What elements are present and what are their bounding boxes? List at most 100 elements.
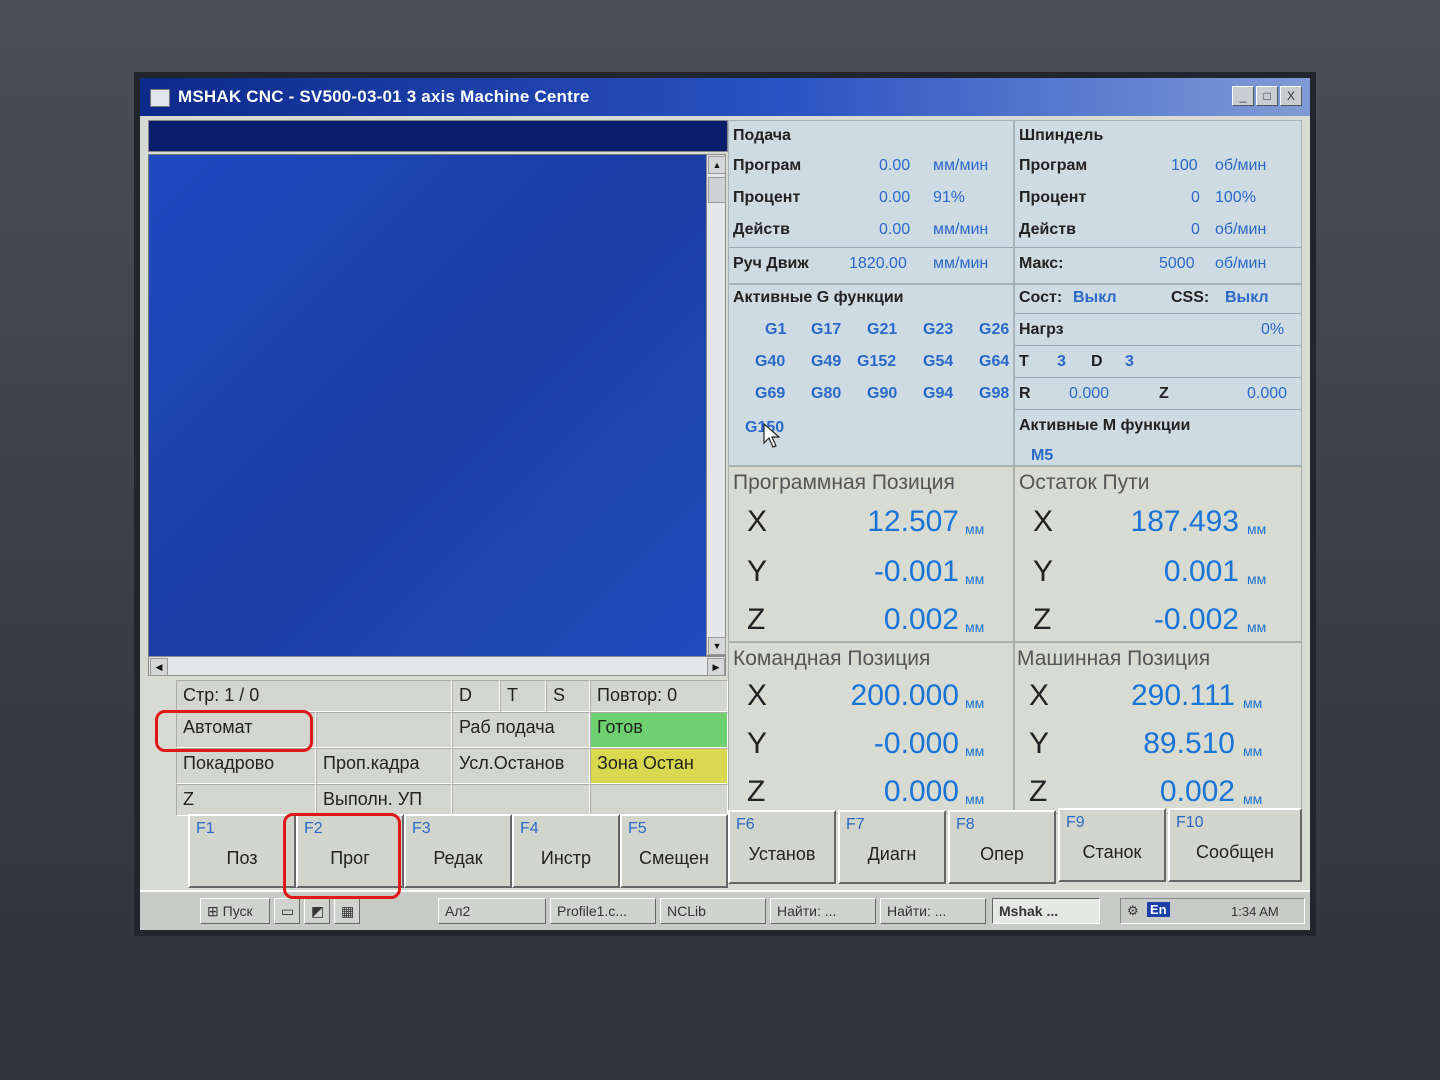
scroll-thumb[interactable] — [708, 177, 726, 203]
css-value: Выкл — [1225, 289, 1269, 306]
unit-label: мм — [965, 791, 985, 807]
g-code: G21 — [867, 321, 898, 338]
machine-z-value: 0.002 — [1159, 775, 1235, 808]
remaining-path-panel: Остаток Пути X 187.493 мм Y 0.001 мм Z -… — [1014, 466, 1302, 642]
f6-setup-button[interactable]: F6 Установ — [728, 810, 836, 884]
program-vscrollbar[interactable]: ▲ ▼ — [706, 154, 726, 656]
fkey-number: F8 — [956, 816, 975, 833]
spindle-unit: об/мин — [1215, 157, 1267, 174]
fkey-label: Поз — [226, 848, 258, 868]
f7-diag-button[interactable]: F7 Диагн — [838, 810, 946, 884]
machine-position-panel: Машинная Позиция X 290.111 мм Y 89.510 м… — [1014, 642, 1302, 814]
program-z-value: 0.002 — [883, 603, 959, 636]
f8-oper-button[interactable]: F8 Опер — [948, 810, 1056, 884]
g-code: G54 — [923, 353, 954, 370]
scroll-right-icon[interactable]: ▶ — [707, 658, 725, 676]
scroll-left-icon[interactable]: ◀ — [150, 658, 168, 676]
fkey-label: Смещен — [639, 848, 709, 868]
unit-label: мм — [1247, 571, 1267, 587]
program-hscrollbar[interactable]: ◀ ▶ — [148, 656, 726, 676]
f5-offset-button[interactable]: F5 Смещен — [620, 814, 728, 888]
program-position-title: Программная Позиция — [733, 471, 955, 494]
machine-x-value: 290.111 — [1131, 679, 1235, 712]
g-code: G152 — [857, 353, 897, 370]
cnc-screen: MSHAK CNC - SV500-03-01 3 axis Machine C… — [140, 78, 1310, 930]
network-icon[interactable]: ⚙ — [1127, 903, 1139, 919]
command-position-title: Командная Позиция — [733, 647, 931, 670]
d-label: D — [1091, 353, 1103, 370]
axis-y-label: Y — [747, 727, 768, 760]
fkey-label: Инстр — [540, 848, 592, 868]
taskbar-item[interactable]: Найти: ... — [770, 898, 876, 924]
feed-mode: Раб подача — [452, 712, 590, 748]
f9-machine-button[interactable]: F9 Станок — [1058, 808, 1166, 882]
f3-edit-button[interactable]: F3 Редак — [404, 814, 512, 888]
single-block-toggle[interactable]: Покадрово — [176, 748, 316, 784]
taskbar-item[interactable]: Ал2 — [438, 898, 546, 924]
g-code: G64 — [979, 353, 1010, 370]
spindle-label: Действ — [1019, 221, 1076, 238]
taskbar-item-active[interactable]: Mshak ... — [992, 898, 1100, 924]
g-code: G90 — [867, 385, 898, 402]
load-value: 0% — [1261, 321, 1285, 338]
feed-unit: мм/мин — [933, 221, 989, 238]
t-indicator: T — [500, 680, 546, 712]
spindle-panel: Шпиндель Програм 100 об/мин Процент 0 10… — [1014, 120, 1302, 284]
close-button[interactable]: X — [1280, 86, 1302, 106]
f1-pos-button[interactable]: F1 Поз — [188, 814, 296, 888]
skip-block-toggle[interactable]: Проп.кадра — [316, 748, 452, 784]
fkey-label: Станок — [1082, 842, 1142, 862]
feed-unit: 91% — [933, 189, 966, 206]
spindle-value: 100 — [1171, 157, 1198, 174]
remaining-x-value: 187.493 — [1130, 505, 1239, 538]
feed-title: Подача — [733, 127, 791, 144]
optional-stop-toggle[interactable]: Усл.Останов — [452, 748, 590, 784]
axis-z-label: Z — [747, 603, 766, 636]
f10-messages-button[interactable]: F10 Сообщен — [1168, 808, 1302, 882]
axis-x-label: X — [747, 505, 768, 538]
spindle-unit: об/мин — [1215, 255, 1267, 272]
axis-y-label: Y — [747, 555, 768, 588]
g-functions-title: Активные G функции — [733, 289, 904, 306]
calendar-icon[interactable]: ▦ — [334, 898, 360, 924]
g-code: G98 — [979, 385, 1010, 402]
scroll-up-icon[interactable]: ▲ — [708, 156, 726, 174]
fkey-number: F1 — [196, 820, 215, 837]
r-value: 0.000 — [1069, 385, 1110, 402]
taskbar-item[interactable]: Profile1.c... — [550, 898, 656, 924]
feed-unit: мм/мин — [933, 255, 989, 272]
machine-position-title: Машинная Позиция — [1017, 647, 1211, 670]
axis-z-label: Z — [747, 775, 766, 808]
language-indicator[interactable]: En — [1147, 902, 1170, 917]
title-bar: MSHAK CNC - SV500-03-01 3 axis Machine C… — [140, 78, 1310, 116]
feed-label: Процент — [733, 189, 801, 206]
program-line-input[interactable] — [148, 120, 728, 152]
command-x-value: 200.000 — [850, 679, 959, 712]
fkey-label: Установ — [748, 844, 816, 864]
feed-label: Действ — [733, 221, 790, 238]
fkey-number: F3 — [412, 820, 431, 837]
scroll-down-icon[interactable]: ▼ — [708, 637, 726, 655]
g-code: G26 — [979, 321, 1010, 338]
spindle-label: Процент — [1019, 189, 1087, 206]
f4-tool-button[interactable]: F4 Инстр — [512, 814, 620, 888]
program-view[interactable] — [148, 154, 708, 658]
explorer-icon[interactable]: ◩ — [304, 898, 330, 924]
fkey-label: Диагн — [867, 844, 917, 864]
minimize-button[interactable]: _ — [1232, 86, 1254, 106]
spindle-value: 0 — [1191, 189, 1200, 206]
mouse-cursor-icon — [763, 423, 781, 448]
tool-label: T — [1019, 353, 1029, 370]
maximize-button[interactable]: □ — [1256, 86, 1278, 106]
taskbar-item[interactable]: NCLib — [660, 898, 766, 924]
unit-label: мм — [1243, 743, 1263, 759]
state-value: Выкл — [1073, 289, 1117, 306]
tool-value: 3 — [1057, 353, 1066, 370]
start-label: Пуск — [222, 903, 253, 919]
program-x-value: 12.507 — [867, 505, 959, 538]
taskbar-item[interactable]: Найти: ... — [880, 898, 986, 924]
start-button[interactable]: ⊞ Пуск — [200, 898, 270, 924]
feed-value: 1820.00 — [849, 255, 907, 272]
desktop-icon[interactable]: ▭ — [274, 898, 300, 924]
system-tray: ⚙ En 1:34 AM — [1120, 898, 1305, 924]
